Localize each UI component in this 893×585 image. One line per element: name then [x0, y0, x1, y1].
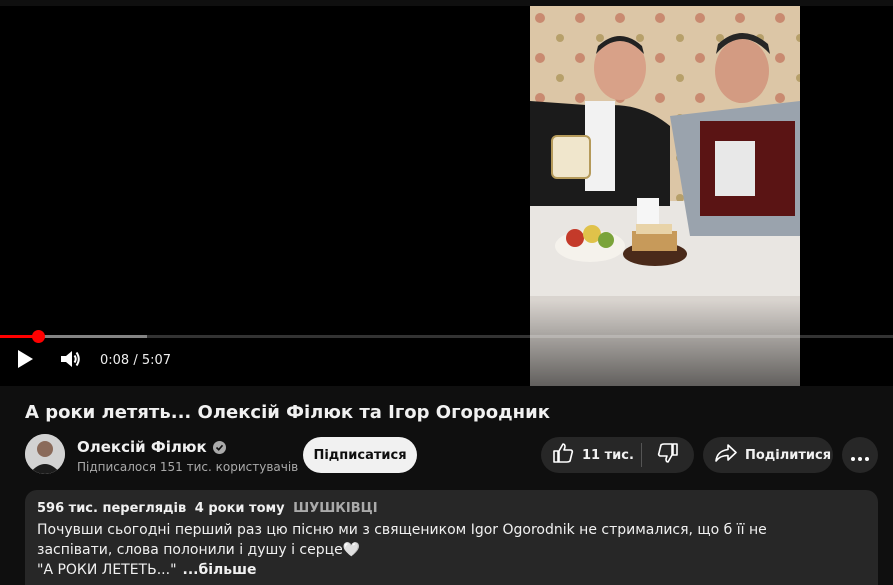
upload-date: 4 роки тому: [194, 501, 285, 516]
like-button[interactable]: 11 тис.: [541, 437, 641, 473]
like-dislike-group: 11 тис.: [541, 437, 694, 473]
play-button[interactable]: [10, 346, 40, 376]
verified-check-icon: [212, 440, 226, 454]
description-text: Почувши сьогодні перший раз цю пісню ми …: [37, 522, 767, 558]
volume-icon: [60, 349, 82, 373]
video-player[interactable]: 0:08 / 5:07: [0, 0, 893, 386]
thumb-down-icon: [657, 442, 679, 468]
channel-avatar[interactable]: [25, 434, 65, 474]
subscriber-count: Підписалося 151 тис. користувачів: [77, 460, 299, 474]
more-dots-icon: [851, 446, 869, 465]
description-box[interactable]: 596 тис. переглядів 4 роки тому ШУШКІВЦІ…: [25, 490, 878, 585]
view-count: 596 тис. переглядів: [37, 501, 187, 516]
play-icon: [16, 349, 34, 373]
description-meta: 596 тис. переглядів 4 роки тому ШУШКІВЦІ: [37, 501, 378, 516]
video-title: А роки летять... Олексій Філюк та Ігор О…: [25, 402, 550, 423]
channel-name[interactable]: Олексій Філюк: [77, 438, 226, 456]
share-arrow-icon: [715, 443, 737, 467]
time-display: 0:08 / 5:07: [100, 353, 172, 368]
dislike-button[interactable]: [642, 437, 694, 473]
share-label: Поділитися: [745, 447, 832, 463]
thumb-up-icon: [552, 442, 574, 468]
description-line: "А РОКИ ЛЕТЕТЬ..." ...більше: [37, 560, 257, 580]
share-button[interactable]: Поділитися: [703, 437, 833, 473]
hashtag-link[interactable]: ШУШКІВЦІ: [293, 501, 377, 516]
subscribe-button[interactable]: Підписатися: [303, 437, 417, 473]
progress-bar[interactable]: [0, 330, 893, 343]
like-count: 11 тис.: [582, 447, 634, 463]
more-actions-button[interactable]: [842, 437, 878, 473]
show-more-link[interactable]: ...більше: [183, 562, 257, 578]
controls-scrim: [0, 300, 893, 386]
volume-button[interactable]: [56, 346, 86, 376]
description-quote: "А РОКИ ЛЕТЕТЬ...": [37, 562, 177, 578]
channel-name-text: Олексій Філюк: [77, 438, 207, 456]
